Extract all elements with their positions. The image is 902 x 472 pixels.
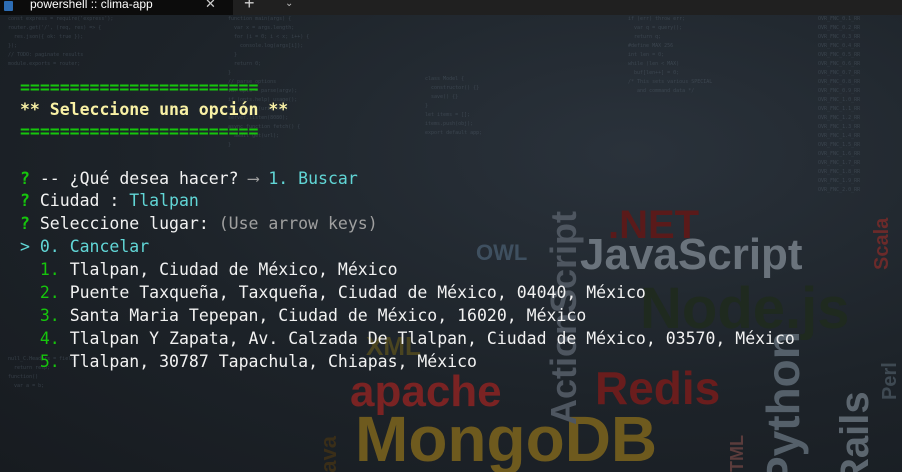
powershell-icon <box>4 1 13 11</box>
option-item[interactable]: 2. Puente Taxqueña, Taxqueña, Ciudad de … <box>20 282 646 304</box>
new-tab-button[interactable]: + <box>244 0 255 12</box>
option-number: 0. <box>39 237 60 256</box>
chevron-down-icon[interactable]: ⌄ <box>285 0 293 11</box>
option-number: 1. <box>39 260 60 279</box>
question-mark: ? <box>20 169 30 188</box>
tab-powershell[interactable]: powershell :: clima-app ✕ <box>0 0 233 15</box>
option-label: Tlalpan Y Zapata, Av. Calzada De Tlalpan… <box>69 329 795 348</box>
prompt-place: ? Seleccione lugar: (Use arrow keys) <box>20 213 378 235</box>
option-item[interactable]: 4. Tlalpan Y Zapata, Av. Calzada De Tlal… <box>20 328 795 350</box>
option-item[interactable]: 1. Tlalpan, Ciudad de México, México <box>20 259 398 281</box>
option-item[interactable]: 5. Tlalpan, 30787 Tapachula, Chiapas, Mé… <box>20 351 477 373</box>
prompt-city-answer: Tlalpan <box>129 191 199 210</box>
question-mark: ? <box>20 191 30 210</box>
option-item[interactable]: 3. Santa Maria Tepepan, Ciudad de México… <box>20 305 586 327</box>
option-number: 5. <box>39 352 60 371</box>
option-item[interactable]: > 0. Cancelar <box>20 236 149 258</box>
menu-separator-top: ======================== <box>20 78 259 97</box>
prompt-action-label: -- ¿Qué desea hacer? <box>39 169 239 188</box>
option-label: Cancelar <box>69 237 150 256</box>
option-label: Santa Maria Tepepan, Ciudad de México, 1… <box>69 306 587 325</box>
close-icon[interactable]: ✕ <box>205 0 216 12</box>
prompt-city: ? Ciudad : Tlalpan <box>20 190 199 212</box>
question-mark: ? <box>20 214 30 233</box>
title-bar: powershell :: clima-app ✕ + ⌄ <box>0 0 902 15</box>
option-number: 2. <box>39 283 60 302</box>
tab-title: powershell :: clima-app <box>30 0 153 11</box>
option-label: Tlalpan, 30787 Tapachula, Chiapas, Méxic… <box>69 352 477 371</box>
selection-pointer: > <box>20 237 30 256</box>
prompt-city-label: Ciudad : <box>39 191 120 210</box>
option-number: 3. <box>39 306 60 325</box>
option-label: Puente Taxqueña, Taxqueña, Ciudad de Méx… <box>69 283 646 302</box>
menu-separator-bottom: ======================== <box>20 122 259 141</box>
option-label: Tlalpan, Ciudad de México, México <box>69 260 398 279</box>
prompt-place-label: Seleccione lugar: <box>39 214 209 233</box>
prompt-action-answer: 1. Buscar <box>268 169 358 188</box>
arrow-icon: ⟶ <box>248 169 259 188</box>
menu-title: ** Seleccione una opción ** <box>20 100 289 119</box>
prompt-place-hint: (Use arrow keys) <box>218 214 378 233</box>
terminal-output: ======================== ** Seleccione u… <box>0 0 902 472</box>
option-number: 4. <box>39 329 60 348</box>
prompt-action: ? -- ¿Qué desea hacer? ⟶ 1. Buscar <box>20 168 358 190</box>
